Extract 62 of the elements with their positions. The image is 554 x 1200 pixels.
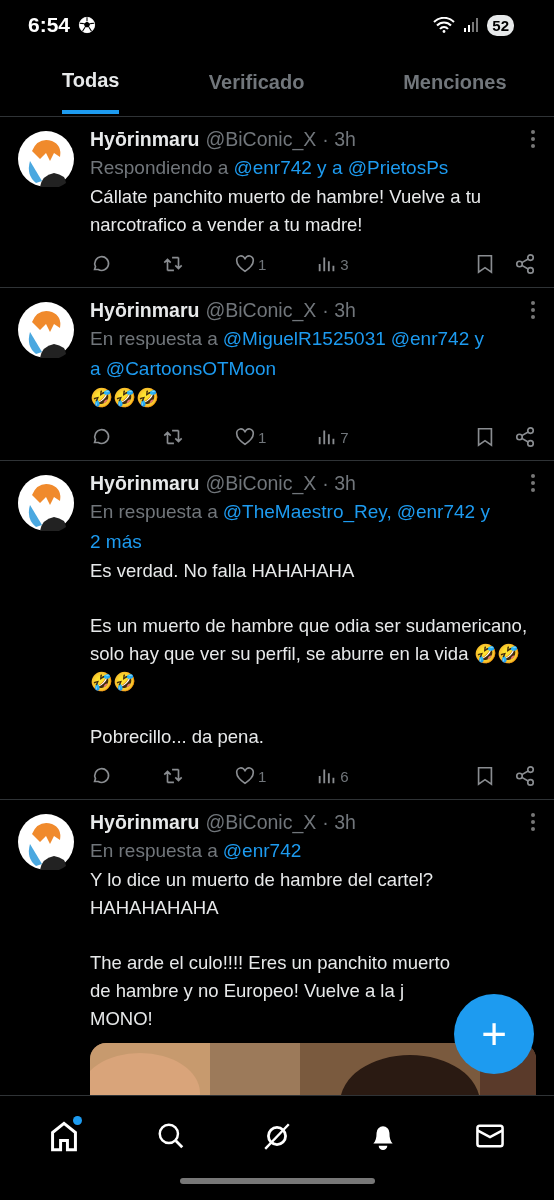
user-name[interactable]: Hyōrinmaru (90, 469, 200, 497)
home-icon[interactable] (48, 1120, 80, 1152)
tab[interactable]: Todas (62, 50, 120, 114)
heart-icon[interactable] (234, 765, 256, 787)
avatar[interactable] (18, 814, 74, 870)
post-text: Pobrecillo... da pena. (90, 725, 265, 749)
more-icon[interactable] (530, 129, 536, 149)
post-time: · 3h (322, 471, 356, 496)
post-time: · 3h (322, 127, 356, 152)
mention-link[interactable]: @enr742 y (390, 324, 484, 354)
post-text: Es un muerto de hambre que odia ser sudamericano, solo hay que ver su perfil, se aburre en la vida 🤣🤣🤣🤣 (90, 614, 529, 694)
mention-link[interactable]: @enr742 (222, 836, 302, 866)
mention-link[interactable]: @MiguelR1525031 (222, 324, 386, 354)
mention-link[interactable]: 2 más (90, 527, 142, 557)
heart-icon[interactable] (234, 253, 256, 275)
avatar[interactable] (18, 475, 74, 531)
reply-label: En respuesta a (90, 327, 218, 351)
reply-label: Respondiendo a (90, 156, 229, 180)
clock-time: 6:54 (28, 13, 71, 37)
post-text: Cállate panchito muerto de hambre! Vuelve a tu narcotrafico a vender a tu madre! (90, 185, 483, 237)
mention-link[interactable]: a @CartoonsOTMoon (90, 354, 277, 384)
user-handle: @BiConic_X (205, 471, 317, 497)
view-count: 6 (340, 767, 349, 785)
avatar[interactable] (18, 131, 74, 187)
user-name[interactable]: Hyōrinmaru (90, 808, 200, 836)
share-icon[interactable] (514, 426, 536, 448)
wifi-icon (433, 17, 456, 33)
battery-level: 52 (487, 14, 514, 36)
slashed-circle-icon[interactable] (262, 1121, 292, 1151)
more-icon[interactable] (530, 300, 536, 320)
mention-link[interactable]: @enr742 y (396, 497, 490, 527)
post-text: Y lo dice un muerto de hambre del cartel? HAHAHAHAHA (90, 868, 435, 920)
user-name[interactable]: Hyōrinmaru (90, 296, 200, 324)
post-time: · 3h (322, 298, 356, 323)
like-count: 1 (258, 255, 267, 273)
search-icon[interactable] (156, 1121, 186, 1151)
heart-icon[interactable] (234, 426, 256, 448)
user-handle: @BiConic_X (205, 810, 317, 836)
reply-label: En respuesta a (90, 839, 218, 863)
like-count: 1 (258, 767, 267, 785)
tab[interactable]: Verificado (157, 50, 356, 114)
post-text: The arde el culo!!!! Eres un panchito muerto de hambre y no Europeo! Vuelve a la j MONO! (90, 951, 451, 1031)
view-count: 7 (340, 428, 349, 446)
more-icon[interactable] (530, 812, 536, 832)
view-count: 3 (340, 255, 349, 273)
like-count: 1 (258, 428, 267, 446)
tab[interactable]: Menciones (355, 50, 554, 114)
share-icon[interactable] (514, 765, 536, 787)
more-icon[interactable] (530, 473, 536, 493)
post-text: 🤣🤣🤣 (90, 386, 160, 410)
mention-link[interactable]: @enr742 y a @PrietosPs (233, 153, 449, 183)
post-time: · 3h (322, 810, 356, 835)
reply-label: En respuesta a (90, 500, 218, 524)
user-handle: @BiConic_X (205, 127, 317, 153)
mention-link[interactable]: @TheMaestro_Rey, (222, 497, 392, 527)
signal-icon (463, 17, 480, 33)
post-text: Es verdad. No falla HAHAHAHA (90, 559, 356, 583)
avatar[interactable] (18, 302, 74, 358)
user-handle: @BiConic_X (205, 298, 317, 324)
share-icon[interactable] (514, 253, 536, 275)
soccer-ball-icon (78, 16, 97, 34)
user-name[interactable]: Hyōrinmaru (90, 125, 200, 153)
